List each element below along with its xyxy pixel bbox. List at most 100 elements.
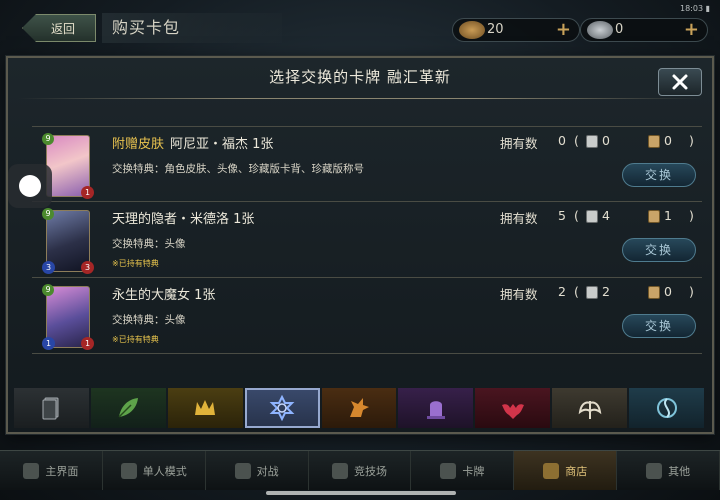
owned-count: 0 <box>558 133 566 148</box>
nav-solo[interactable]: 单人模式 <box>103 451 206 490</box>
gold-amount: 20 <box>487 22 504 37</box>
close-icon <box>672 74 688 90</box>
bat-icon <box>501 404 524 419</box>
normal-card-icon <box>586 210 598 223</box>
card-name: 天理的隐者・米德洛 1张 <box>112 212 255 227</box>
back-button[interactable]: 返回 <box>22 14 96 42</box>
owned-count: 5 <box>558 208 566 223</box>
silver-amount: 0 <box>615 22 624 37</box>
card-defense: 3 <box>81 261 94 274</box>
skin-bonus-label: 附赠皮肤 <box>112 137 165 152</box>
screen-title: 购买卡包 <box>102 13 282 43</box>
owned-label: 拥有数 <box>500 287 538 302</box>
card-name: 永生的大魔女 1张 <box>112 288 216 303</box>
normal-count: 0 <box>602 133 610 148</box>
owned-count: 2 <box>558 284 566 299</box>
exchange-button[interactable]: 交换 <box>622 238 696 262</box>
tab-bloodcraft[interactable] <box>475 388 551 428</box>
owned-counts: 拥有数 0 ( 0 0 ) <box>500 133 694 151</box>
card-cost: 9 <box>42 284 54 296</box>
nav-shop[interactable]: 商店 <box>514 451 618 490</box>
assistive-dot-icon <box>19 175 41 197</box>
tab-shadowcraft[interactable] <box>398 388 474 428</box>
dialog-title: 选择交换的卡牌 融汇革新 <box>269 68 451 86</box>
class-filter-tabs <box>14 388 705 428</box>
home-icon <box>23 462 40 479</box>
premium-count: 1 <box>664 208 672 223</box>
normal-count: 4 <box>602 208 610 223</box>
solo-icon <box>120 462 137 479</box>
add-gold-button[interactable]: + <box>556 19 571 41</box>
card-cost: 9 <box>42 208 54 220</box>
portal-icon <box>656 398 677 418</box>
tab-dragoncraft[interactable] <box>321 388 397 428</box>
nav-home[interactable]: 主界面 <box>0 451 103 490</box>
owned-counts: 拥有数 5 ( 4 1 ) <box>500 208 694 226</box>
card-attack: 1 <box>42 337 55 350</box>
card-attack: 3 <box>42 261 55 274</box>
leaf-icon <box>118 398 139 418</box>
list-item: 9 3 3 天理的隐者・米德洛 1张 交换特典：头像 ※已持有特典 拥有数 5 … <box>32 202 702 278</box>
exchange-benefit: 交换特典：头像 <box>112 238 186 250</box>
card-defense: 1 <box>81 337 94 350</box>
normal-card-icon <box>586 135 598 148</box>
silver-currency: 0 + <box>580 18 708 42</box>
list-item: 9 1 附赠皮肤 阿尼亚・福杰 1张 交换特典：角色皮肤、头像、珍藏版卡背、珍藏版… <box>32 126 702 202</box>
tomb-icon <box>426 401 445 419</box>
tab-runecraft[interactable] <box>244 388 320 428</box>
arena-icon <box>332 462 348 479</box>
tab-neutral[interactable] <box>14 388 89 428</box>
exchange-benefit: 交换特典：角色皮肤、头像、珍藏版卡背、珍藏版称号 <box>112 163 364 175</box>
nav-other[interactable]: 其他 <box>617 451 720 490</box>
exchange-button[interactable]: 交换 <box>622 314 696 338</box>
normal-card-icon <box>586 286 598 299</box>
owned-counts: 拥有数 2 ( 2 0 ) <box>500 284 694 302</box>
home-indicator <box>266 491 456 495</box>
list-item: 9 1 1 永生的大魔女 1张 交换特典：头像 ※已持有特典 拥有数 2 ( 2… <box>32 278 702 354</box>
gold-coin-icon <box>459 21 485 39</box>
gold-currency: 20 + <box>452 18 580 42</box>
silver-coin-icon <box>587 21 613 39</box>
card-cost: 9 <box>42 133 54 145</box>
nav-battle[interactable]: 对战 <box>206 451 309 490</box>
add-silver-button[interactable]: + <box>684 19 699 41</box>
other-icon <box>646 462 663 479</box>
card-art[interactable]: 9 1 <box>42 133 94 199</box>
card-art[interactable]: 9 3 3 <box>42 208 94 274</box>
exchange-benefit: 交换特典：头像 <box>112 314 186 326</box>
tab-swordcraft[interactable] <box>167 388 243 428</box>
rune-icon <box>269 395 295 421</box>
crown-icon <box>195 400 216 415</box>
card-name: 附赠皮肤 阿尼亚・福杰 1张 <box>112 137 274 152</box>
cards-icon <box>440 462 457 479</box>
premium-count: 0 <box>664 133 672 148</box>
tab-havencraft[interactable] <box>552 388 628 428</box>
owned-bonus-note: ※已持有特典 <box>112 259 159 268</box>
owned-label: 拥有数 <box>500 136 538 151</box>
card-art[interactable]: 9 1 1 <box>42 284 94 350</box>
owned-label: 拥有数 <box>500 211 538 226</box>
dragon-icon <box>350 398 369 417</box>
premium-card-icon <box>648 286 660 299</box>
premium-card-icon <box>648 135 660 148</box>
tab-forestcraft[interactable] <box>90 388 166 428</box>
owned-bonus-note: ※已持有特典 <box>112 335 159 344</box>
close-button[interactable] <box>658 68 702 96</box>
assistive-touch-button[interactable] <box>8 164 52 208</box>
bottom-nav: 主界面 单人模式 对战 竞技场 卡牌 商店 其他 <box>0 450 720 490</box>
normal-count: 2 <box>602 284 610 299</box>
premium-count: 0 <box>664 284 672 299</box>
crossed-swords-icon <box>234 462 251 479</box>
nav-cards[interactable]: 卡牌 <box>411 451 515 490</box>
exchange-dialog: 选择交换的卡牌 融汇革新 9 1 附赠皮肤 阿尼亚・福杰 1张 交换特典：角色皮肤… <box>6 56 714 434</box>
status-indicator: 18:03 ▮ <box>680 4 710 13</box>
nav-arena[interactable]: 竞技场 <box>309 451 412 490</box>
card-defense: 1 <box>81 186 94 199</box>
shop-icon <box>543 462 560 479</box>
card-list: 9 1 附赠皮肤 阿尼亚・福杰 1张 交换特典：角色皮肤、头像、珍藏版卡背、珍藏版… <box>32 126 702 354</box>
tab-portalcraft[interactable] <box>629 388 705 428</box>
premium-card-icon <box>648 210 660 223</box>
exchange-button[interactable]: 交换 <box>622 163 696 187</box>
top-bar: 返回 购买卡包 20 + 0 + 18:03 ▮ <box>0 0 720 52</box>
title-divider <box>18 98 702 99</box>
